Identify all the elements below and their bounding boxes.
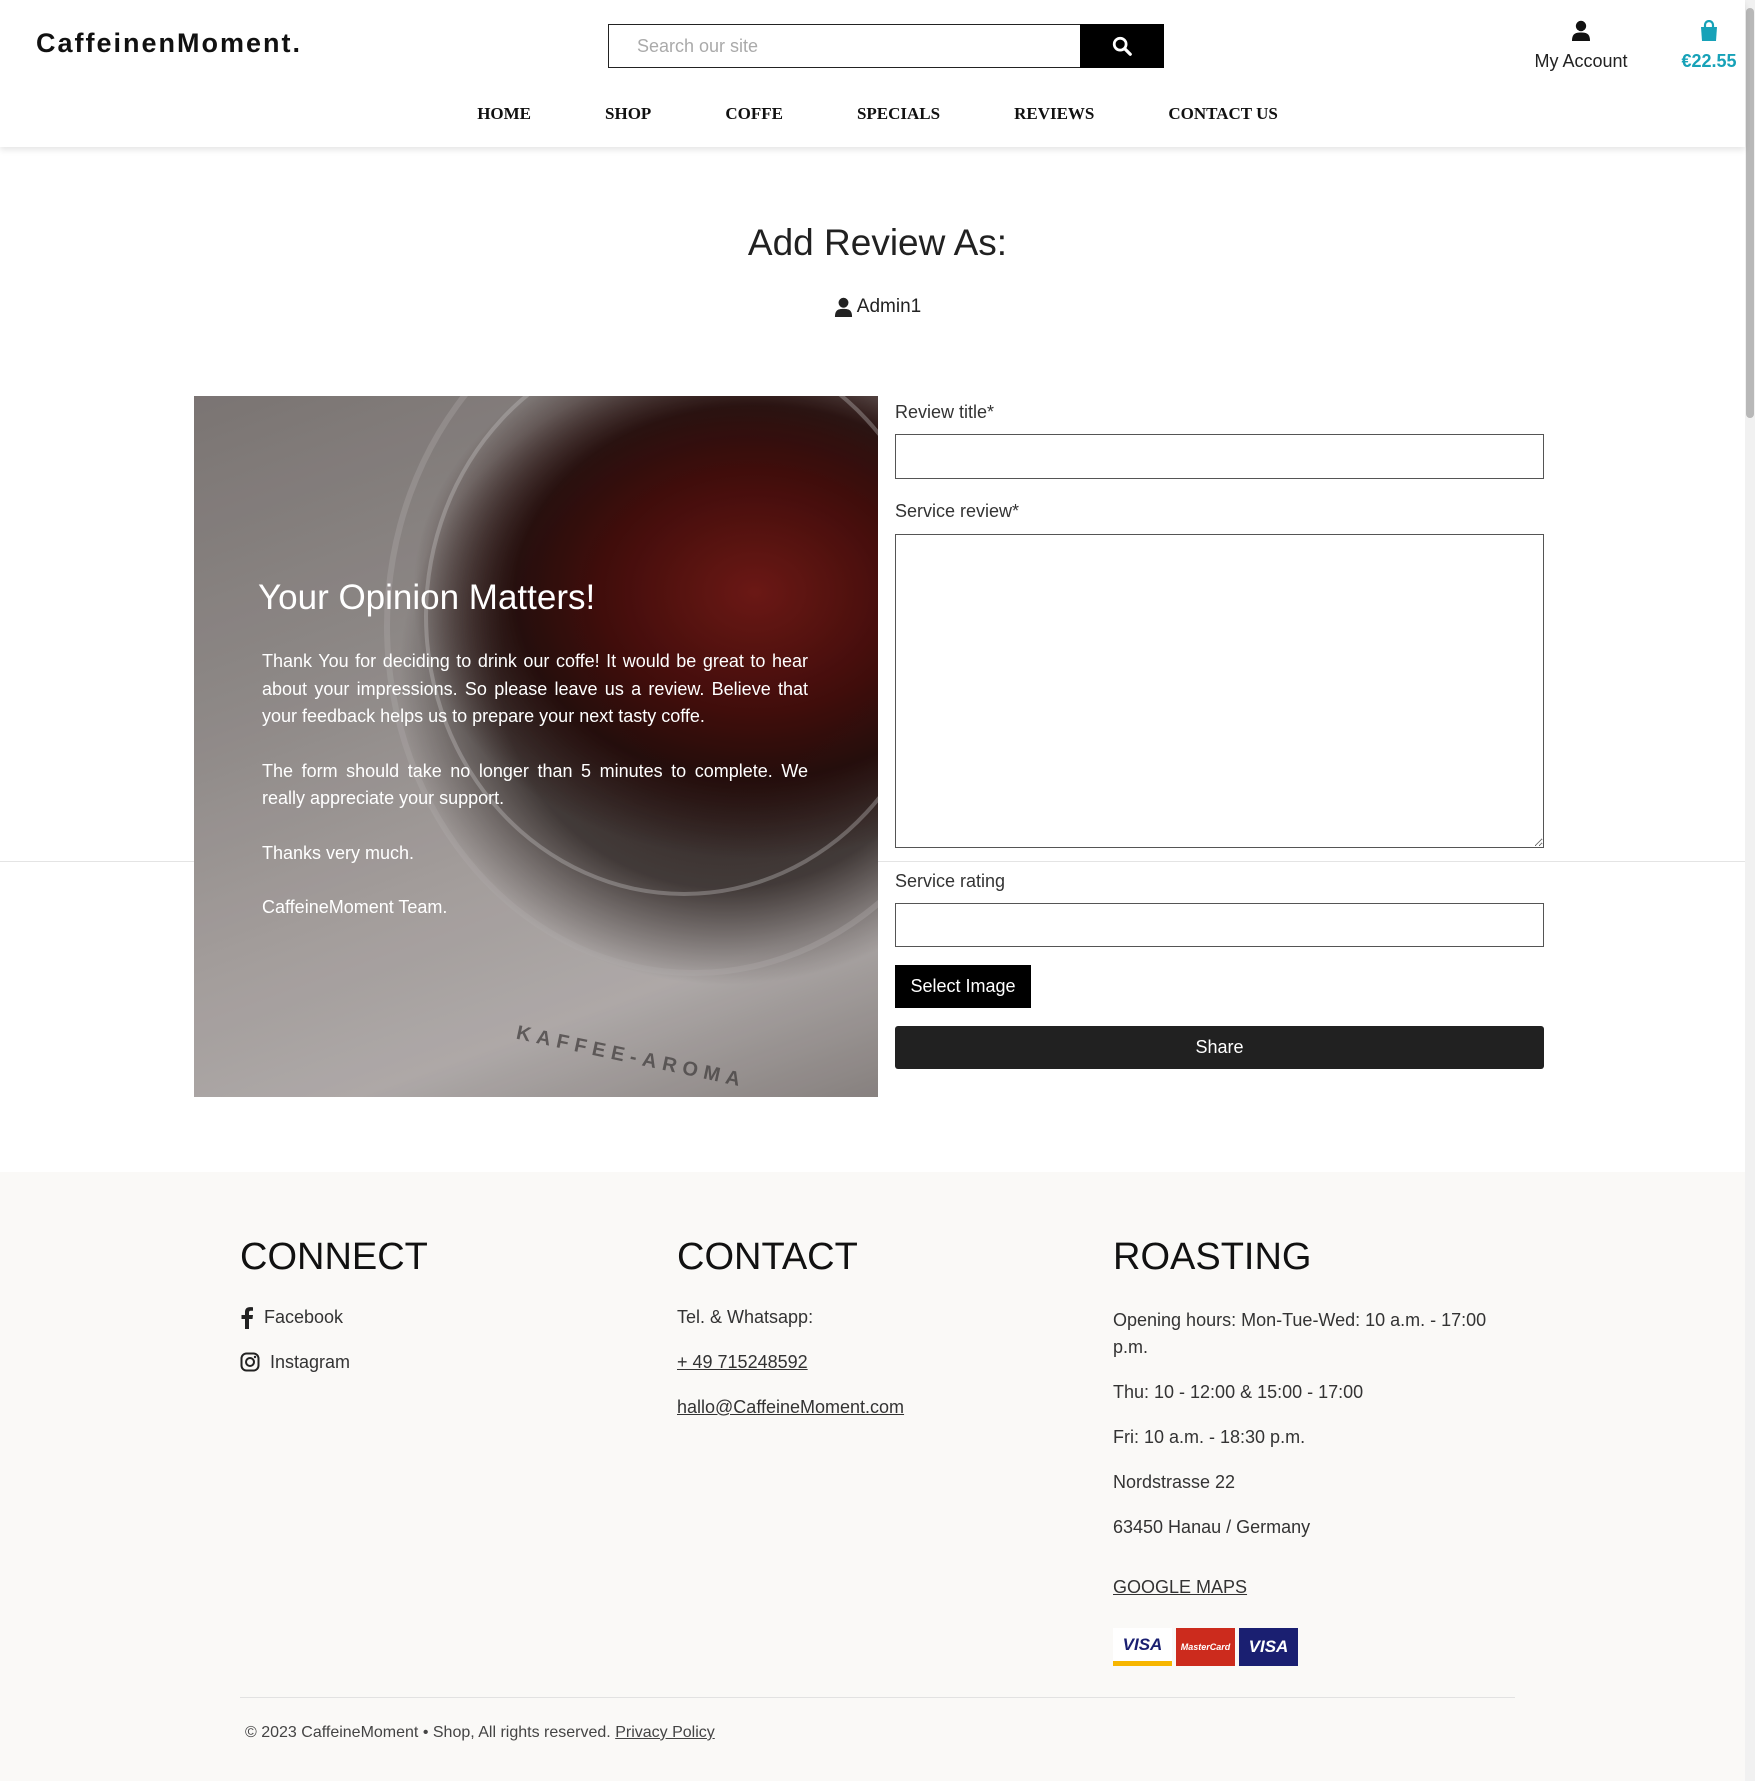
facebook-icon [241, 1307, 253, 1329]
shopping-bag-icon [1701, 19, 1717, 41]
site-logo[interactable]: CaffeinenMoment. [36, 28, 302, 59]
search-input[interactable] [608, 24, 1080, 68]
address-city: 63450 Hanau / Germany [1113, 1517, 1311, 1537]
nav-reviews[interactable]: REVIEWS [1014, 104, 1094, 124]
cart-total: €22.55 [1681, 51, 1737, 71]
review-title-label: Review title* [895, 402, 995, 422]
nav-contact-us[interactable]: CONTACT US [1168, 104, 1277, 124]
footer-divider [240, 1697, 1515, 1698]
email-link[interactable]: hallo@CaffeineMoment.com [677, 1397, 904, 1418]
footer-contact: CONTACT Tel. & Whatsapp: + 49 715248592 … [677, 1236, 904, 1442]
connect-heading: CONNECT [240, 1236, 428, 1278]
page: CaffeinenMoment. My Account €22.55 [0, 0, 1755, 1781]
payment-cards: VISA MasterCard VISA [1113, 1628, 1513, 1666]
copyright: © 2023 CaffeineMoment • Shop, All rights… [245, 1724, 715, 1742]
instagram-label: Instagram [270, 1352, 351, 1372]
username: Admin1 [856, 296, 922, 317]
facebook-label: Facebook [264, 1307, 344, 1327]
my-account-link[interactable]: My Account [1530, 20, 1632, 72]
service-review-textarea[interactable] [895, 534, 1544, 848]
privacy-policy-link[interactable]: Privacy Policy [615, 1724, 715, 1741]
nav-shop[interactable]: SHOP [605, 104, 651, 124]
opinion-paragraph: The form should take no longer than 5 mi… [262, 760, 808, 809]
site-header: CaffeinenMoment. My Account €22.55 [0, 0, 1745, 147]
footer-connect: CONNECT Facebook Instagram [240, 1236, 428, 1397]
phone-link[interactable]: + 49 715248592 [677, 1352, 808, 1373]
instagram-link[interactable]: Instagram [240, 1352, 428, 1397]
footer-roasting: ROASTING Opening hours: Mon-Tue-Wed: 10 … [1113, 1236, 1513, 1666]
instagram-icon [240, 1352, 260, 1372]
service-rating-input[interactable] [895, 903, 1544, 947]
site-footer: CONNECT Facebook Instagram CONTACT Tel. … [0, 1172, 1755, 1781]
roasting-heading: ROASTING [1113, 1236, 1312, 1278]
review-author: Admin1 [0, 296, 1755, 318]
service-review-label: Service review* [895, 501, 1020, 521]
search-form [608, 24, 1164, 68]
hours-friday: Fri: 10 a.m. - 18:30 p.m. [1113, 1427, 1306, 1447]
scrollbar-thumb[interactable] [1746, 8, 1754, 418]
nav-home[interactable]: HOME [477, 104, 531, 124]
facebook-link[interactable]: Facebook [240, 1307, 428, 1352]
mastercard-icon: MasterCard [1176, 1628, 1235, 1666]
contact-heading: CONTACT [677, 1236, 858, 1278]
opinion-paragraph: Thanks very much. [262, 842, 415, 863]
opening-hours: Opening hours: Mon-Tue-Wed: 10 a.m. - 17… [1113, 1310, 1487, 1357]
review-title-input[interactable] [895, 434, 1544, 479]
copyright-text: © 2023 CaffeineMoment • Shop, All rights… [245, 1724, 611, 1741]
visa-card-icon: VISA [1113, 1628, 1172, 1666]
coffee-photo-panel: KAFFEE-AROMA Your Opinion Matters! Thank… [194, 396, 878, 1097]
my-account-label: My Account [1534, 51, 1628, 71]
user-icon [834, 297, 852, 317]
cart-link[interactable]: €22.55 [1676, 19, 1742, 72]
scrollbar[interactable] [1745, 0, 1755, 1781]
address-street: Nordstrasse 22 [1113, 1472, 1236, 1492]
nav-coffe[interactable]: COFFE [725, 104, 783, 124]
tel-label: Tel. & Whatsapp: [677, 1307, 814, 1327]
hours-thursday: Thu: 10 - 12:00 & 15:00 - 17:00 [1113, 1382, 1364, 1402]
search-icon [1112, 36, 1132, 56]
main-nav: HOME SHOP COFFE SPECIALS REVIEWS CONTACT… [0, 104, 1755, 124]
google-maps-link[interactable]: GOOGLE MAPS [1113, 1577, 1513, 1598]
share-button[interactable]: Share [895, 1026, 1544, 1069]
opinion-heading: Your Opinion Matters! [258, 578, 596, 617]
service-rating-label: Service rating [895, 871, 1006, 891]
select-image-button[interactable]: Select Image [895, 965, 1031, 1008]
opinion-text-block: Your Opinion Matters! Thank You for deci… [258, 578, 808, 949]
opinion-signature: CaffeineMoment Team. [262, 897, 448, 917]
user-icon [1572, 20, 1590, 41]
search-button[interactable] [1080, 24, 1164, 68]
page-title: Add Review As: [747, 222, 1008, 263]
visa-card-icon: VISA [1239, 1628, 1298, 1666]
nav-specials[interactable]: SPECIALS [857, 104, 940, 124]
opinion-paragraph: Thank You for deciding to drink our coff… [262, 651, 808, 726]
